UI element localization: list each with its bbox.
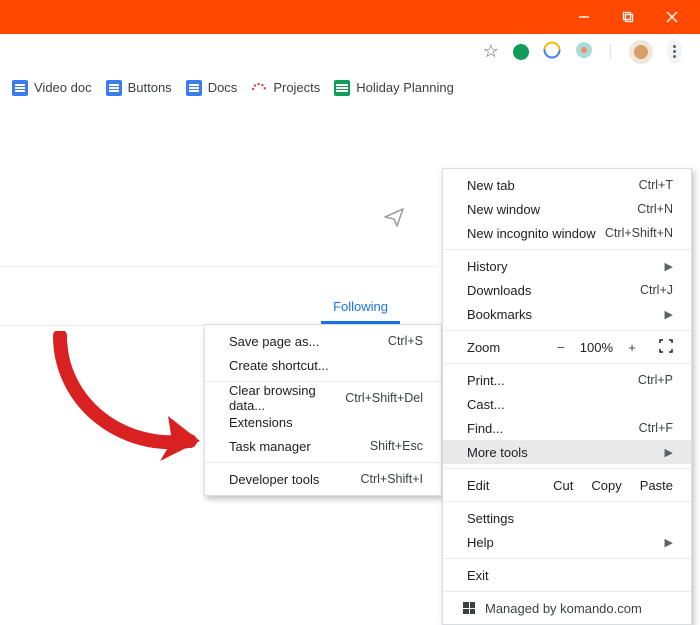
menu-new-tab[interactable]: New tabCtrl+T [443, 173, 691, 197]
menu-cast[interactable]: Cast... [443, 392, 691, 416]
edit-cut[interactable]: Cut [553, 478, 573, 493]
page-content: Following Save page as...Ctrl+S Create s… [0, 106, 700, 569]
bookmark-buttons[interactable]: Buttons [106, 80, 172, 96]
close-button[interactable] [650, 0, 694, 34]
maximize-button[interactable] [606, 0, 650, 34]
separator [443, 501, 691, 502]
menu-developer-tools[interactable]: Developer toolsCtrl+Shift+I [205, 467, 441, 491]
menu-help[interactable]: Help▶ [443, 530, 691, 554]
extension-icon-1[interactable] [513, 44, 529, 60]
tab-following[interactable]: Following [321, 290, 400, 324]
browser-toolbar: ☆ │ [0, 34, 700, 70]
menu-settings[interactable]: Settings [443, 506, 691, 530]
bookmark-docs[interactable]: Docs [186, 80, 238, 96]
extension-icon-2[interactable] [543, 41, 561, 62]
menu-extensions[interactable]: Extensions [205, 410, 441, 434]
sheets-icon [334, 80, 350, 96]
edit-paste[interactable]: Paste [640, 478, 673, 493]
separator [443, 249, 691, 250]
chevron-right-icon: ▶ [665, 536, 673, 549]
docs-icon [106, 80, 122, 96]
docs-icon [12, 80, 28, 96]
profile-avatar[interactable] [629, 40, 653, 64]
zoom-out-button[interactable]: − [552, 340, 570, 355]
menu-managed-by[interactable]: Managed by komando.com [443, 596, 691, 620]
menu-print[interactable]: Print...Ctrl+P [443, 368, 691, 392]
menu-zoom: Zoom − 100% + [443, 335, 691, 359]
menu-new-window[interactable]: New windowCtrl+N [443, 197, 691, 221]
separator [443, 468, 691, 469]
separator [443, 330, 691, 331]
chevron-right-icon: ▶ [665, 446, 673, 459]
menu-new-incognito[interactable]: New incognito windowCtrl+Shift+N [443, 221, 691, 245]
star-icon[interactable]: ☆ [483, 41, 499, 62]
chevron-right-icon: ▶ [665, 260, 673, 273]
menu-more-tools[interactable]: More tools▶ [443, 440, 691, 464]
zoom-in-button[interactable]: + [623, 340, 641, 355]
bookmark-holiday[interactable]: Holiday Planning [334, 80, 454, 96]
separator [205, 381, 441, 382]
menu-create-shortcut[interactable]: Create shortcut... [205, 353, 441, 377]
bookmark-video-doc[interactable]: Video doc [12, 80, 92, 96]
menu-history[interactable]: History▶ [443, 254, 691, 278]
menu-clear-browsing-data[interactable]: Clear browsing data...Ctrl+Shift+Del [205, 386, 441, 410]
separator [443, 558, 691, 559]
minimize-button[interactable] [562, 0, 606, 34]
divider [0, 266, 437, 267]
projects-icon [251, 78, 267, 97]
window-titlebar [0, 0, 700, 34]
docs-icon [186, 80, 202, 96]
bookmark-projects[interactable]: Projects [251, 78, 320, 97]
separator [205, 462, 441, 463]
building-icon [463, 602, 475, 614]
menu-exit[interactable]: Exit [443, 563, 691, 587]
send-icon[interactable] [383, 206, 405, 231]
fullscreen-button[interactable] [657, 339, 675, 356]
kebab-menu-button[interactable] [667, 39, 682, 64]
edit-copy[interactable]: Copy [591, 478, 621, 493]
chrome-main-menu: New tabCtrl+T New windowCtrl+N New incog… [442, 168, 692, 625]
zoom-value: 100% [580, 340, 613, 355]
extension-icon-3[interactable] [575, 41, 593, 62]
annotation-arrow [50, 331, 220, 471]
menu-bookmarks[interactable]: Bookmarks▶ [443, 302, 691, 326]
separator [443, 591, 691, 592]
chevron-right-icon: ▶ [665, 308, 673, 321]
more-tools-submenu: Save page as...Ctrl+S Create shortcut...… [204, 324, 442, 496]
menu-find[interactable]: Find...Ctrl+F [443, 416, 691, 440]
separator [443, 363, 691, 364]
bookmarks-bar: Video doc Buttons Docs Projects Holiday … [0, 70, 700, 106]
menu-edit-row: Edit Cut Copy Paste [443, 473, 691, 497]
menu-task-manager[interactable]: Task managerShift+Esc [205, 434, 441, 458]
menu-downloads[interactable]: DownloadsCtrl+J [443, 278, 691, 302]
menu-save-page[interactable]: Save page as...Ctrl+S [205, 329, 441, 353]
